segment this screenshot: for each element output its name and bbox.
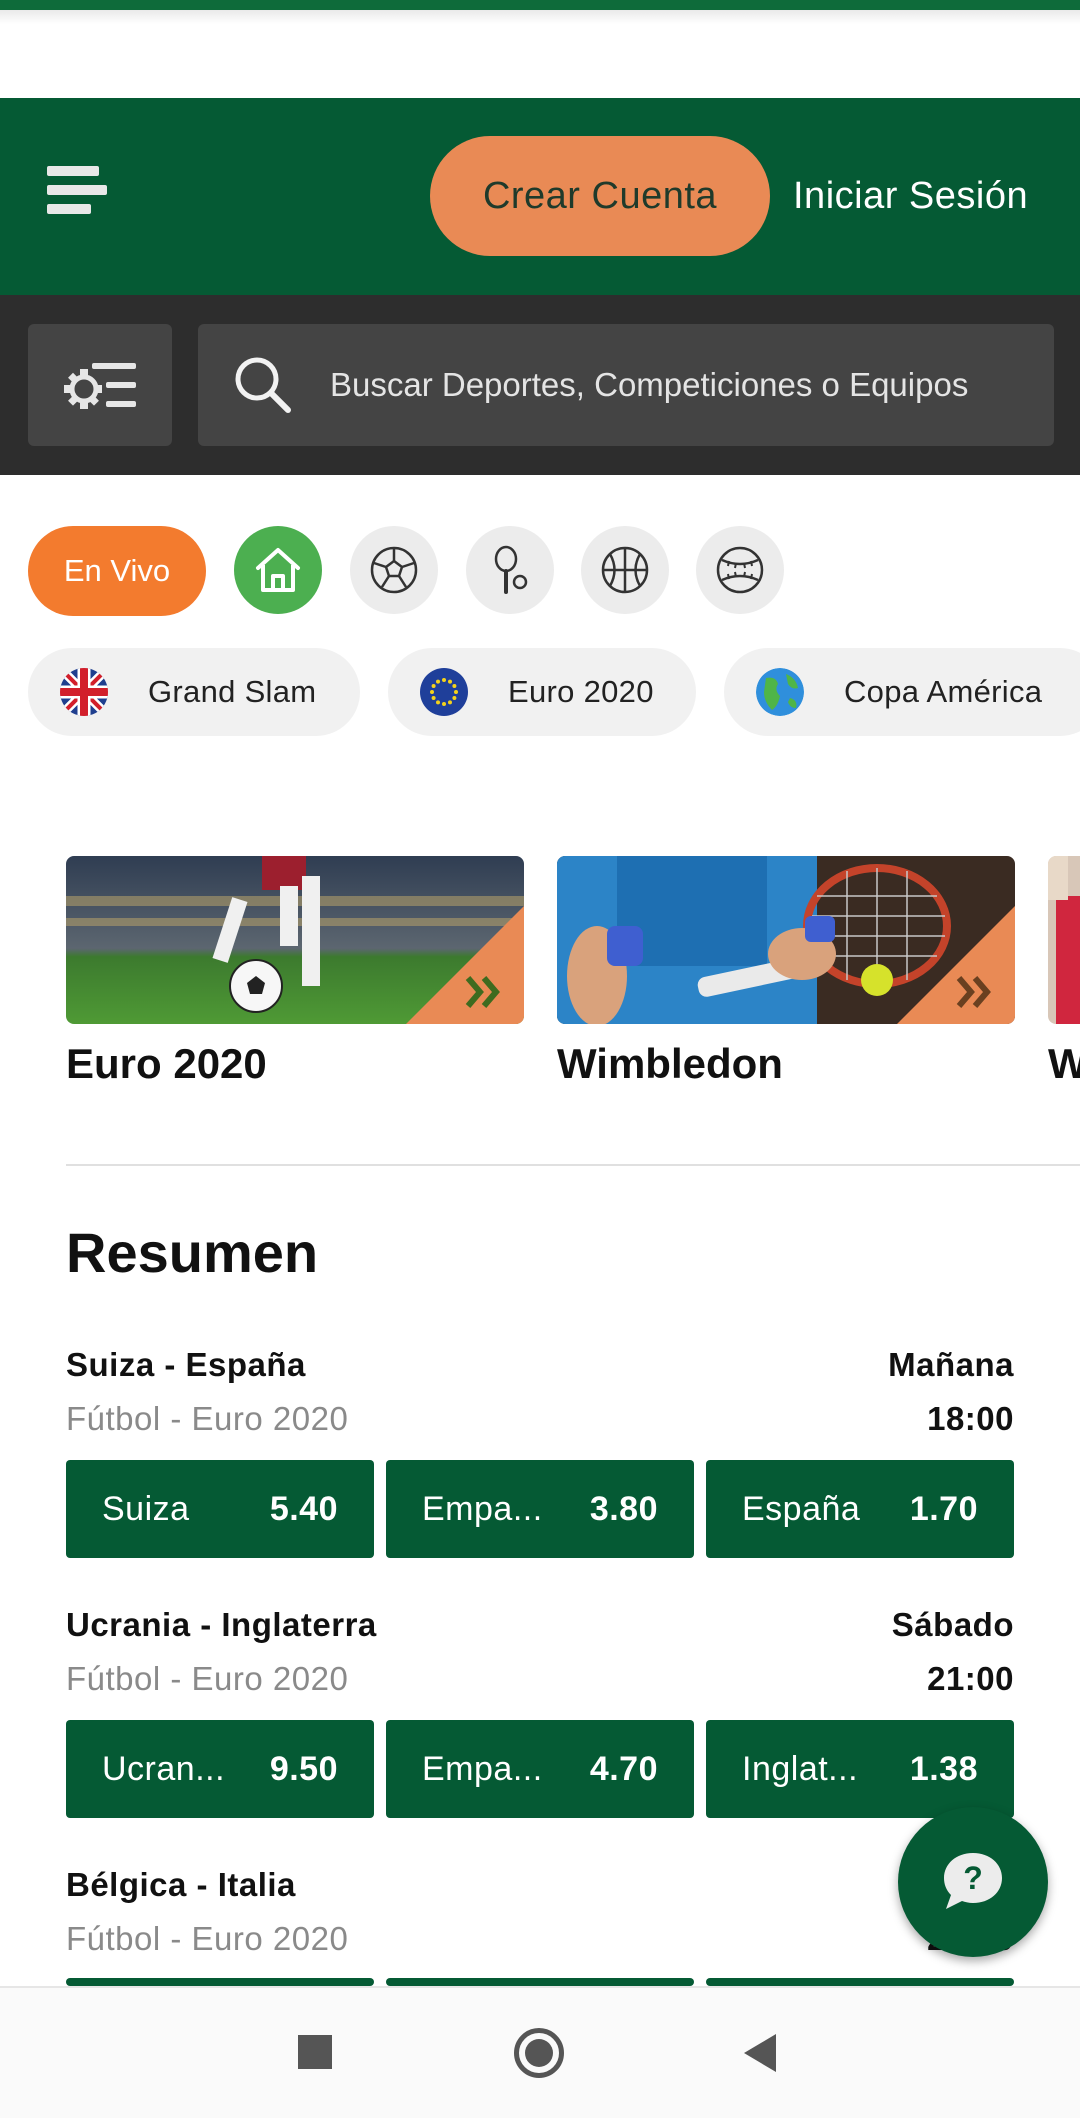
odd-button-home[interactable] (66, 1978, 374, 1986)
globe-icon (756, 668, 804, 716)
divider (66, 1164, 1080, 1166)
promo-title[interactable]: Wimbledon (557, 1040, 783, 1088)
uk-flag-icon (60, 668, 108, 716)
back-icon[interactable] (744, 2034, 776, 2072)
soccer-player-image (66, 856, 524, 1024)
basketball-icon[interactable] (581, 526, 669, 614)
home-glyph (256, 548, 300, 592)
tennis-racket-icon[interactable] (466, 526, 554, 614)
search-icon (235, 357, 291, 413)
help-chat-button[interactable]: ? (898, 1807, 1048, 1957)
chip-label: Euro 2020 (508, 674, 654, 709)
chip-grand-slam[interactable]: Grand Slam (28, 648, 360, 736)
promo-euro-2020-image[interactable] (66, 856, 524, 1024)
chip-label: Grand Slam (148, 674, 317, 709)
odd-button-away[interactable]: Inglat... 1.38 (706, 1720, 1014, 1818)
event-name[interactable]: Bélgica - Italia (66, 1866, 296, 1904)
event-time: 18:00 (927, 1400, 1014, 1437)
tennis-player-image (1048, 856, 1080, 1024)
event-meta: Fútbol - Euro 2020 (66, 1400, 349, 1437)
menu-icon[interactable] (47, 166, 107, 214)
recents-icon[interactable] (298, 2035, 332, 2069)
odd-button-draw[interactable]: Empa... 3.80 (386, 1460, 694, 1558)
soccer-glyph (370, 546, 418, 594)
soccer-ball-icon[interactable] (350, 526, 438, 614)
live-button[interactable]: En Vivo (28, 526, 206, 616)
search-placeholder: Buscar Deportes, Competiciones o Equipos (330, 366, 969, 403)
promo-wimbledon-image[interactable] (557, 856, 1015, 1024)
home-icon[interactable] (234, 526, 322, 614)
chip-euro-2020[interactable]: Euro 2020 (388, 648, 696, 736)
summary-title: Resumen (66, 1221, 319, 1284)
odd-button-draw[interactable]: Empa... 4.70 (386, 1720, 694, 1818)
tennis-glyph (494, 545, 528, 594)
event-time: 21:00 (927, 1660, 1014, 1697)
event-day: Mañana (888, 1346, 1014, 1383)
odd-button-home[interactable]: Ucran... 9.50 (66, 1720, 374, 1818)
odd-button-away[interactable] (706, 1978, 1014, 1986)
event-meta: Fútbol - Euro 2020 (66, 1920, 349, 1957)
tennis-player-image (557, 856, 1015, 1024)
event-meta: Fútbol - Euro 2020 (66, 1660, 349, 1697)
promo-title[interactable]: W (1048, 1040, 1080, 1088)
promo-title[interactable]: Euro 2020 (66, 1040, 267, 1088)
basketball-glyph (601, 546, 649, 594)
home-nav-icon[interactable] (514, 2028, 564, 2078)
chat-bubble-icon: ? (944, 1853, 1002, 1909)
odd-button-draw[interactable] (386, 1978, 694, 1986)
login-button[interactable]: Iniciar Sesión (793, 166, 1053, 226)
odd-button-away[interactable]: España 1.70 (706, 1460, 1014, 1558)
baseball-icon[interactable] (696, 526, 784, 614)
status-strip (0, 0, 1080, 10)
baseball-glyph (716, 546, 764, 594)
event-name[interactable]: Suiza - España (66, 1346, 306, 1384)
chip-copa-america[interactable]: Copa América (724, 648, 1080, 736)
chat-label: ? (963, 1860, 983, 1896)
filter-settings-button[interactable] (28, 324, 172, 446)
promo-third-image[interactable] (1048, 856, 1080, 1024)
eu-flag-icon (420, 668, 468, 716)
odd-button-home[interactable]: Suiza 5.40 (66, 1460, 374, 1558)
chip-label: Copa América (844, 674, 1043, 709)
event-name[interactable]: Ucrania - Inglaterra (66, 1606, 377, 1644)
gear-list-icon (64, 363, 136, 409)
create-account-button[interactable]: Crear Cuenta (430, 136, 770, 256)
event-day: Sábado (891, 1606, 1014, 1643)
status-shadow (0, 10, 1080, 24)
